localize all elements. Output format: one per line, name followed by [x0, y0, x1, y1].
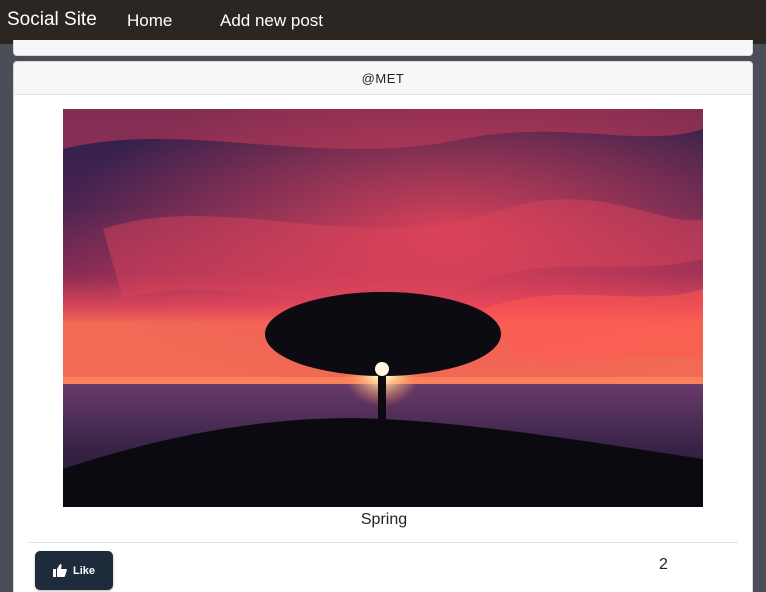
top-navbar: Social Site Home Add new post [0, 0, 766, 44]
like-button[interactable]: Like [35, 551, 113, 590]
nav-home-link[interactable]: Home [127, 11, 172, 31]
previous-post-card [13, 40, 753, 56]
brand-link[interactable]: Social Site [7, 9, 97, 31]
like-count: 2 [659, 556, 668, 573]
post-caption: Spring [360, 511, 408, 528]
card-divider [28, 542, 738, 543]
like-button-label: Like [72, 564, 95, 577]
post-image [63, 109, 703, 507]
post-card: @MET Spring Like 2 [13, 61, 753, 592]
thumbs-up-icon [52, 564, 67, 577]
post-author: @MET [14, 62, 752, 95]
nav-add-post-link[interactable]: Add new post [220, 11, 323, 31]
